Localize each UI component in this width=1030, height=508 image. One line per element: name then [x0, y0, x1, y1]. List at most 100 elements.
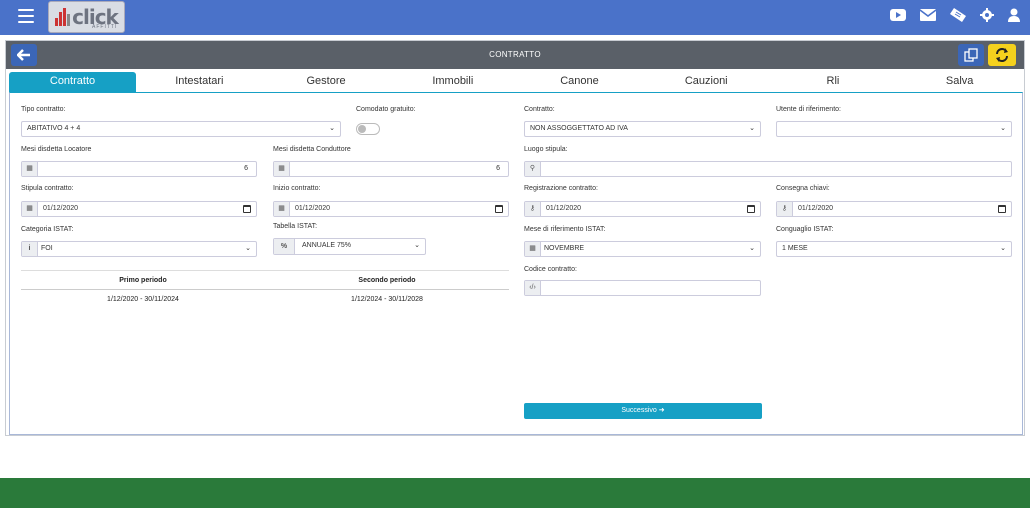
- chevron-down-icon: ⌄: [1000, 245, 1006, 252]
- consegna-label: Consegna chiavi:: [776, 185, 830, 192]
- consegna-value: 01/12/2020: [798, 205, 834, 212]
- registrazione-value: 01/12/2020: [546, 205, 582, 212]
- codice-input[interactable]: ‹/›: [524, 280, 761, 296]
- percent-icon: %: [274, 239, 295, 254]
- refresh-button[interactable]: [988, 44, 1016, 66]
- luogo-input[interactable]: ⚲: [524, 161, 1012, 177]
- key-icon: ⚷: [777, 202, 793, 216]
- tab-salva[interactable]: Salva: [896, 72, 1023, 92]
- tabella-select[interactable]: % ANNUALE 75% ⌄: [273, 238, 426, 255]
- secondo-periodo-value: 1/12/2024 - 30/11/2028: [351, 296, 423, 303]
- conguaglio-select[interactable]: 1 MESE ⌄: [776, 241, 1012, 257]
- luogo-label: Luogo stipula:: [524, 146, 568, 153]
- categoria-value: FOI: [41, 245, 53, 252]
- next-button[interactable]: Successivo ➜: [524, 403, 762, 419]
- date-picker-icon[interactable]: [243, 205, 251, 213]
- mesi-locatore-value: 6: [244, 165, 248, 172]
- tab-contratto[interactable]: Contratto: [9, 72, 136, 92]
- mese-rif-label: Mese di riferimento ISTAT:: [524, 226, 606, 233]
- copy-icon: [964, 48, 978, 62]
- logo-subtext: AFFITTI: [92, 24, 118, 30]
- mesi-locatore-label: Mesi disdetta Locatore: [21, 146, 92, 153]
- youtube-icon[interactable]: [890, 9, 906, 21]
- gear-icon[interactable]: [980, 8, 994, 22]
- date-picker-icon[interactable]: [495, 205, 503, 213]
- app-logo[interactable]: click AFFITTI: [48, 1, 125, 33]
- menu-icon[interactable]: [18, 9, 34, 23]
- tipo-contratto-label: Tipo contratto:: [21, 106, 66, 113]
- conguaglio-label: Conguaglio ISTAT:: [776, 226, 834, 233]
- copy-button[interactable]: [958, 44, 984, 66]
- contract-panel: CONTRATTO Contratto Intestatari Gestore …: [5, 40, 1025, 436]
- map-marker-icon: ⚲: [525, 162, 541, 176]
- tabella-value: ANNUALE 75%: [302, 242, 352, 249]
- toggle-knob: [358, 125, 366, 133]
- calendar-icon: ▦: [274, 202, 290, 216]
- logo-bars-icon: [55, 8, 71, 26]
- code-icon: ‹/›: [525, 281, 541, 295]
- key-icon: ⚷: [525, 202, 541, 216]
- codice-label: Codice contratto:: [524, 266, 577, 273]
- mesi-locatore-input[interactable]: ▦ 6: [21, 161, 257, 177]
- conguaglio-value: 1 MESE: [782, 245, 808, 252]
- mese-rif-select[interactable]: ▦ NOVEMBRE ⌄: [524, 241, 761, 257]
- secondo-periodo-header: Secondo periodo: [358, 277, 416, 284]
- stipula-label: Stipula contratto:: [21, 185, 74, 192]
- utente-label: Utente di riferimento:: [776, 106, 841, 113]
- calendar-icon: ▦: [525, 242, 541, 256]
- tab-immobili[interactable]: Immobili: [389, 72, 516, 92]
- arrow-circle-right-icon: ➜: [658, 407, 665, 414]
- sync-icon: [996, 48, 1008, 62]
- ticket-icon[interactable]: [950, 8, 966, 22]
- primo-periodo-value: 1/12/2020 - 30/11/2024: [107, 296, 179, 303]
- comodato-toggle[interactable]: [356, 123, 380, 135]
- tab-cauzioni[interactable]: Cauzioni: [643, 72, 770, 92]
- primo-periodo-header: Primo periodo: [119, 277, 167, 284]
- contratto-label: Contratto:: [524, 106, 555, 113]
- user-icon[interactable]: [1008, 8, 1020, 22]
- table-row: 1/12/2020 - 30/11/2024 1/12/2024 - 30/11…: [21, 290, 509, 310]
- categoria-label: Categoria ISTAT:: [21, 226, 74, 233]
- footer-bar: [0, 478, 1030, 508]
- page-title: CONTRATTO: [489, 50, 541, 59]
- chevron-down-icon: ⌄: [1000, 125, 1006, 132]
- mese-rif-value: NOVEMBRE: [544, 245, 585, 252]
- tab-gestore[interactable]: Gestore: [263, 72, 390, 92]
- periods-table: Primo periodo Secondo periodo 1/12/2020 …: [21, 270, 509, 310]
- date-picker-icon[interactable]: [998, 205, 1006, 213]
- stipula-date[interactable]: ▦ 01/12/2020: [21, 201, 257, 217]
- tab-canone[interactable]: Canone: [516, 72, 643, 92]
- mesi-conduttore-value: 6: [496, 165, 500, 172]
- tab-bar: Contratto Intestatari Gestore Immobili C…: [9, 72, 1023, 92]
- calendar-icon: ▦: [274, 162, 290, 176]
- utente-select[interactable]: ⌄: [776, 121, 1012, 137]
- chevron-down-icon: ⌄: [329, 125, 335, 132]
- contratto-select[interactable]: NON ASSOGGETTATO AD IVA ⌄: [524, 121, 761, 137]
- inizio-date[interactable]: ▦ 01/12/2020: [273, 201, 509, 217]
- inizio-value: 01/12/2020: [295, 205, 331, 212]
- mesi-conduttore-input[interactable]: ▦ 6: [273, 161, 509, 177]
- calendar-icon: ▦: [22, 202, 38, 216]
- chevron-down-icon: ⌄: [749, 245, 755, 252]
- form-content: Tipo contratto: ABITATIVO 4 + 4 ⌄ Comodat…: [9, 92, 1023, 435]
- mesi-conduttore-label: Mesi disdetta Conduttore: [273, 146, 351, 153]
- chevron-down-icon: ⌄: [245, 245, 251, 252]
- date-picker-icon[interactable]: [747, 205, 755, 213]
- consegna-date[interactable]: ⚷ 01/12/2020: [776, 201, 1012, 217]
- table-header: Primo periodo Secondo periodo: [21, 270, 509, 290]
- tab-rli[interactable]: Rli: [770, 72, 897, 92]
- tipo-contratto-value: ABITATIVO 4 + 4: [27, 125, 81, 132]
- contratto-value: NON ASSOGGETTATO AD IVA: [530, 125, 628, 132]
- registrazione-date[interactable]: ⚷ 01/12/2020: [524, 201, 761, 217]
- inizio-label: Inizio contratto:: [273, 185, 321, 192]
- tipo-contratto-select[interactable]: ABITATIVO 4 + 4 ⌄: [21, 121, 341, 137]
- tab-intestatari[interactable]: Intestatari: [136, 72, 263, 92]
- info-icon: i: [22, 242, 38, 256]
- registrazione-label: Registrazione contratto:: [524, 185, 598, 192]
- mail-icon[interactable]: [920, 9, 936, 21]
- comodato-label: Comodato gratuito:: [356, 106, 416, 113]
- top-navbar: click AFFITTI: [0, 0, 1030, 35]
- calendar-icon: ▦: [22, 162, 38, 176]
- tabella-label: Tabella ISTAT:: [273, 223, 318, 230]
- categoria-select[interactable]: i FOI ⌄: [21, 241, 257, 257]
